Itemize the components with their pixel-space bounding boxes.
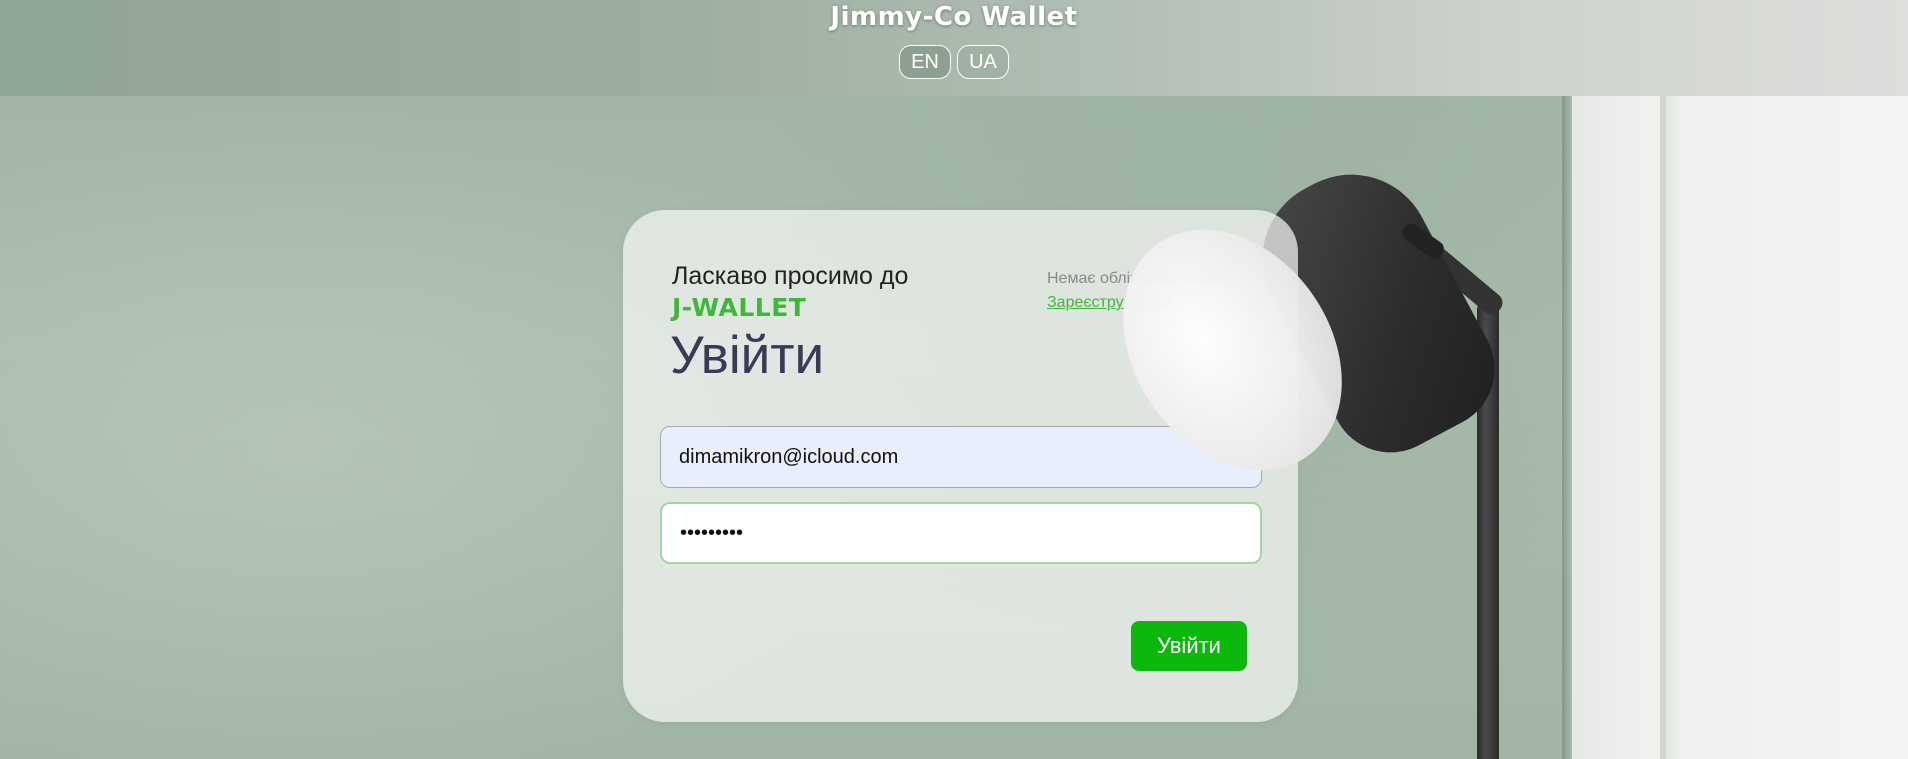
login-submit-button[interactable]: Увійти bbox=[1131, 621, 1247, 671]
password-input[interactable] bbox=[660, 502, 1262, 564]
background-window bbox=[1572, 96, 1908, 759]
email-input[interactable] bbox=[660, 426, 1262, 488]
wallet-brand-text: J-WALLET bbox=[672, 293, 807, 322]
background-wall-edge bbox=[1562, 96, 1572, 759]
page: Jimmy-Co Wallet EN UA Ласкаво просимо до… bbox=[0, 0, 1908, 759]
language-button-en[interactable]: EN bbox=[899, 45, 951, 79]
login-title: Увійти bbox=[670, 326, 825, 385]
site-brand: Jimmy-Co Wallet bbox=[830, 2, 1078, 32]
background-window-frame bbox=[1660, 96, 1666, 759]
language-switcher: EN UA bbox=[0, 45, 1908, 79]
language-button-ua[interactable]: UA bbox=[957, 45, 1009, 79]
header: Jimmy-Co Wallet EN UA bbox=[0, 0, 1908, 96]
welcome-text: Ласкаво просимо до bbox=[672, 262, 909, 290]
